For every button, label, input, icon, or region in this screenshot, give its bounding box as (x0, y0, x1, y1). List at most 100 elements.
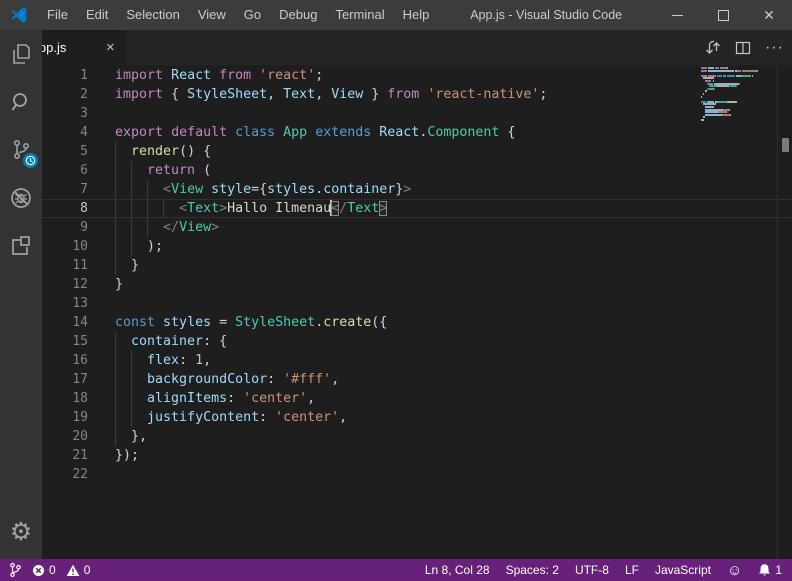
code-line[interactable]: 12} (42, 275, 792, 294)
indent-guide (115, 218, 116, 237)
cursor-position-button[interactable]: Ln 8, Col 28 (425, 563, 490, 577)
error-icon (32, 564, 45, 577)
indent-guide (115, 199, 116, 218)
eol-button[interactable]: LF (625, 563, 639, 577)
code-line[interactable]: 3 (42, 104, 792, 123)
close-icon: ✕ (763, 8, 775, 22)
menu-item-go[interactable]: Go (235, 0, 270, 30)
status-bar-right: Ln 8, Col 28 Spaces: 2 UTF-8 LF JavaScri… (425, 563, 792, 578)
clock-icon (25, 155, 36, 166)
line-number: 22 (42, 465, 115, 484)
code-line[interactable]: 20 }, (42, 427, 792, 446)
code-line[interactable]: 10 ); (42, 237, 792, 256)
indent-guide (115, 332, 116, 351)
activity-bar: ⚙ (0, 30, 42, 559)
warning-count: 0 (84, 563, 91, 577)
maximize-button[interactable] (700, 0, 746, 30)
status-bar: 0 0 Ln 8, Col 28 Spaces: 2 UTF-8 LF Java… (0, 559, 792, 581)
sidebar-item-debug[interactable] (0, 174, 42, 222)
open-changes-icon[interactable] (705, 40, 721, 56)
line-number: 18 (42, 389, 115, 408)
explorer-icon (8, 41, 34, 67)
menu-item-file[interactable]: File (38, 0, 77, 30)
line-number: 11 (42, 256, 115, 275)
indent-guide (115, 408, 116, 427)
indent-guide (115, 370, 116, 389)
code-line[interactable]: 7 <View style={styles.container}> (42, 180, 792, 199)
encoding-button[interactable]: UTF-8 (575, 563, 609, 577)
notifications-button[interactable]: 1 (758, 563, 782, 577)
indent-guide (131, 351, 132, 370)
code-text: alignItems: 'center', (115, 389, 315, 408)
code-text: render() { (115, 142, 211, 161)
menu-item-edit[interactable]: Edit (77, 0, 117, 30)
code-line[interactable]: 14const styles = StyleSheet.create({ (42, 313, 792, 332)
line-number: 14 (42, 313, 115, 332)
code-text: ); (115, 237, 163, 256)
code-text: import { StyleSheet, Text, View } from '… (115, 85, 547, 104)
code-text: <View style={styles.container}> (115, 180, 411, 199)
sidebar-item-extensions[interactable] (0, 222, 42, 270)
problems-button[interactable]: 0 0 (32, 563, 90, 577)
code-line[interactable]: 11 } (42, 256, 792, 275)
status-bar-left: 0 0 (0, 562, 90, 578)
more-actions-icon[interactable]: ··· (765, 43, 784, 53)
line-number: 13 (42, 294, 115, 313)
menu-item-debug[interactable]: Debug (270, 0, 326, 30)
sidebar-item-source-control[interactable] (0, 126, 42, 174)
line-number: 19 (42, 408, 115, 427)
code-line[interactable]: 5 render() { (42, 142, 792, 161)
line-number: 15 (42, 332, 115, 351)
code-line[interactable]: 6 return ( (42, 161, 792, 180)
menu-item-selection[interactable]: Selection (117, 0, 188, 30)
split-editor-icon[interactable] (735, 40, 751, 56)
code-line[interactable]: 2import { StyleSheet, Text, View } from … (42, 85, 792, 104)
code-line[interactable]: 15 container: { (42, 332, 792, 351)
code-text: } (115, 275, 123, 294)
indent-guide (131, 161, 132, 180)
git-branch-button[interactable] (8, 562, 22, 578)
feedback-smiley-icon[interactable]: ☺ (727, 563, 742, 578)
code-line[interactable]: 4export default class App extends React.… (42, 123, 792, 142)
code-line[interactable]: 16 flex: 1, (42, 351, 792, 370)
debug-icon (8, 185, 34, 211)
code-text: container: { (115, 332, 227, 351)
code-line[interactable]: 21}); (42, 446, 792, 465)
line-number: 20 (42, 427, 115, 446)
code-line[interactable]: 19 justifyContent: 'center', (42, 408, 792, 427)
code-line[interactable]: 13 (42, 294, 792, 313)
language-mode-button[interactable]: JavaScript (655, 563, 711, 577)
indent-guide (115, 389, 116, 408)
code-line[interactable]: 9 </View> (42, 218, 792, 237)
indent-guide (131, 370, 132, 389)
code-editor[interactable]: 1import React from 'react';2import { Sty… (42, 65, 792, 559)
sidebar-item-search[interactable] (0, 78, 42, 126)
line-number: 9 (42, 218, 115, 237)
indentation-button[interactable]: Spaces: 2 (506, 563, 559, 577)
menu-item-view[interactable]: View (189, 0, 235, 30)
code-text: const styles = StyleSheet.create({ (115, 313, 387, 332)
menu-bar: File Edit Selection View Go Debug Termin… (38, 0, 438, 30)
maximize-icon (718, 10, 729, 21)
code-line[interactable]: 18 alignItems: 'center', (42, 389, 792, 408)
minimap[interactable] (701, 67, 777, 124)
menu-item-help[interactable]: Help (394, 0, 439, 30)
indent-guide (147, 180, 148, 199)
menu-item-terminal[interactable]: Terminal (326, 0, 393, 30)
minimize-button[interactable] (654, 0, 700, 30)
sidebar-item-explorer[interactable] (0, 30, 42, 78)
code-line[interactable]: 1import React from 'react'; (42, 66, 792, 85)
code-text: backgroundColor: '#fff', (115, 370, 339, 389)
code-line[interactable]: 8 <Text>Hallo Ilmenau</Text> (42, 199, 792, 218)
code-line[interactable]: 17 backgroundColor: '#fff', (42, 370, 792, 389)
close-window-button[interactable]: ✕ (746, 0, 792, 30)
code-text: }, (115, 427, 147, 446)
line-number: 10 (42, 237, 115, 256)
tab-close-icon[interactable]: ✕ (102, 39, 119, 56)
line-number: 6 (42, 161, 115, 180)
code-line[interactable]: 22 (42, 465, 792, 484)
indent-guide (115, 161, 116, 180)
code-text: justifyContent: 'center', (115, 408, 347, 427)
scrollbar-divider (777, 65, 778, 559)
settings-gear-icon[interactable]: ⚙ (10, 517, 32, 547)
